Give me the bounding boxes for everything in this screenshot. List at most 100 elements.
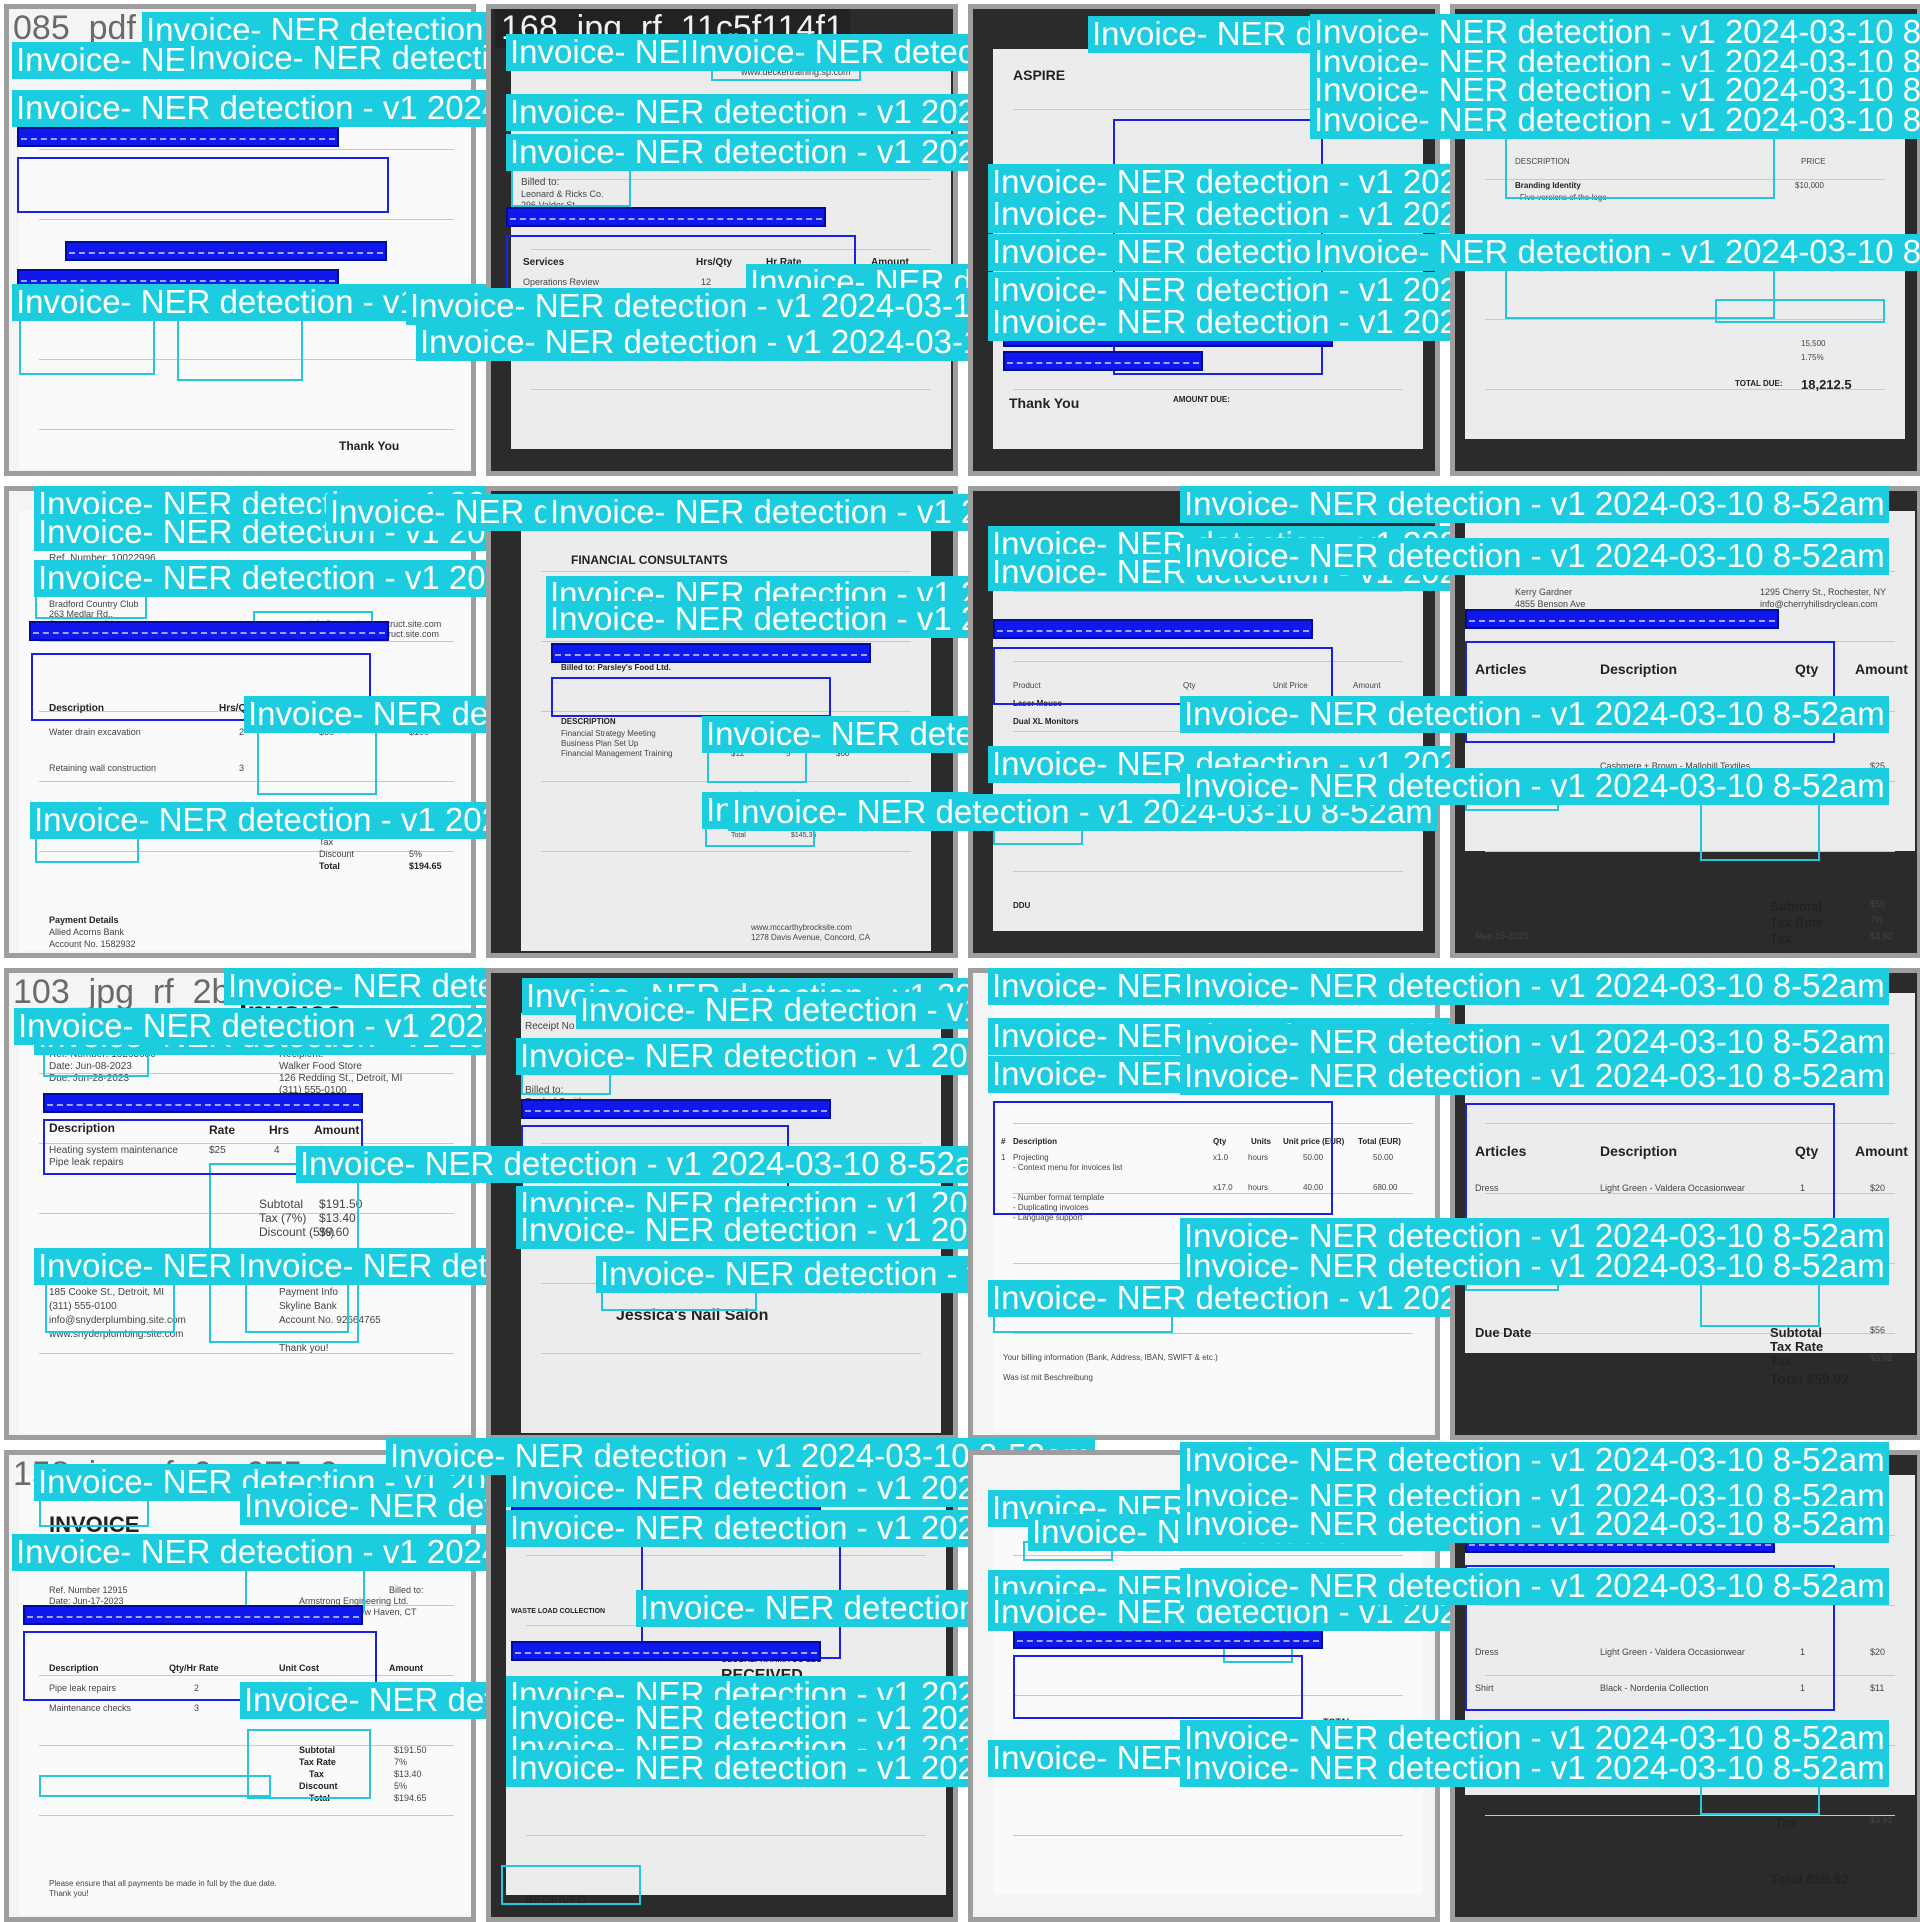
doc-text: 18,212.5 (1801, 377, 1852, 392)
detection-box[interactable] (39, 1499, 149, 1527)
doc-text: May-15-2023 (1475, 931, 1529, 941)
doc-rule (39, 781, 454, 782)
doc-text: Amount (1855, 1143, 1908, 1159)
doc-text: Business Plan Set Up (561, 739, 639, 748)
doc-text: Discount (319, 849, 355, 859)
doc-text: Total $59.92 (1770, 951, 1849, 953)
detection-label[interactable]: Invoice- NER detection - v1 2024-03-10 8… (1180, 1442, 1889, 1479)
doc-rule (39, 1353, 454, 1354)
doc-text: WASTE LOAD COLLECTION (511, 1608, 606, 1615)
doc-text: Tax (1775, 1815, 1797, 1830)
doc-text: $3.92 (1870, 931, 1893, 941)
doc-text: $20 (1870, 1183, 1886, 1193)
table-detection-box[interactable] (17, 157, 389, 213)
doc-text: Receipt No (525, 1021, 575, 1032)
doc-text: 1.75% (1801, 353, 1824, 362)
detection-label[interactable]: Invoice- NER detection - v1 2024-03-10 8… (1180, 538, 1889, 575)
doc-rule (1485, 851, 1895, 852)
detection-box[interactable] (501, 1865, 641, 1905)
doc-text: Please ensure that all payments be made … (49, 1879, 277, 1888)
detection-box[interactable] (1715, 299, 1885, 323)
doc-text: Amount (389, 1663, 423, 1673)
doc-text: Thank you! (49, 1889, 89, 1898)
detection-box[interactable] (19, 317, 155, 375)
doc-text: Tax Rate (1770, 915, 1824, 930)
doc-rule (1485, 1333, 1895, 1334)
doc-text: Subtotal (1770, 1325, 1822, 1340)
doc-text: 126 Redding St., Detroit, MI (279, 1073, 403, 1084)
doc-text: 5% (409, 849, 423, 859)
doc-text: 3 (194, 1703, 200, 1713)
doc-rule (531, 389, 931, 390)
detection-box[interactable] (39, 1775, 271, 1797)
detection-label[interactable]: Invoice- NER detection - v1 2024-03-10 8… (1180, 1506, 1889, 1543)
detection-label[interactable]: Invoice- NER detection - v1 2024-03-10 8… (1180, 1750, 1889, 1787)
doc-text: $10,000 (1795, 181, 1824, 190)
detection-label[interactable]: Invoice- NER detection - v1 2024-03-10 8… (1180, 768, 1889, 805)
redaction-bar (551, 643, 871, 663)
table-detection-box[interactable] (1465, 1103, 1835, 1227)
detection-box[interactable] (601, 1291, 757, 1311)
redaction-bar (1003, 351, 1203, 371)
doc-text: 680.00 (1373, 1183, 1398, 1192)
detection-label[interactable]: Invoice- NER detection - v1 2024-03-10 8… (1180, 1248, 1889, 1285)
doc-text: Thank You (1009, 395, 1080, 411)
doc-rule (1013, 591, 1403, 592)
detection-label[interactable]: Invoice- NER detection - v1 2024-03-10 8… (1310, 234, 1920, 271)
doc-text: 1295 Cherry St., Rochester, NY (1760, 587, 1887, 597)
doc-text: Retaining wall construction (49, 763, 157, 773)
detection-label[interactable]: Invoice- NER detection - v1 2024-03-10 8… (1310, 102, 1920, 139)
doc-rule (39, 149, 454, 150)
doc-text: 3 (239, 763, 245, 773)
detection-label[interactable]: Invoice- NER detection - v1 2024-03-10 8… (1180, 1024, 1889, 1061)
doc-text: Tax (1770, 931, 1792, 946)
redaction-bar (1465, 609, 1779, 629)
doc-text: Allied Acorns Bank (49, 927, 125, 937)
doc-text: Total $59.92 (1770, 1871, 1850, 1887)
redaction-bar (23, 1605, 363, 1625)
redaction-bar (993, 619, 1313, 639)
detection-box[interactable] (177, 317, 303, 381)
redaction-bar (521, 1099, 831, 1119)
doc-rule (39, 1815, 454, 1816)
doc-text: Total (EUR) (1358, 1137, 1401, 1146)
doc-text: Financial Management Training (561, 749, 673, 758)
doc-text: 1278 Davis Avenue, Concord, CA (751, 933, 871, 942)
doc-text: Payment Details (49, 915, 119, 925)
doc-text: $13.40 (394, 1769, 422, 1779)
doc-rule (541, 1353, 921, 1354)
doc-text: FINANCIAL CONSULTANTS (571, 553, 728, 567)
doc-text: DDU (1013, 901, 1031, 910)
table-detection-box[interactable] (1013, 1655, 1303, 1719)
table-detection-box[interactable] (551, 677, 831, 717)
detection-label[interactable]: Invoice- NER detection - v1 2024-03-10 8… (1180, 1058, 1889, 1095)
doc-text: www.mccarthybrocksite.com (751, 923, 852, 932)
detection-label[interactable]: Invoice- NER detection - v1 2024-03-10 8… (1180, 968, 1889, 1005)
detection-label[interactable]: Invoice- NER detection - v1 2024-03-10 8… (1180, 696, 1889, 733)
doc-text: Account No. 1582932 (49, 939, 136, 949)
redaction-bar (17, 127, 339, 147)
doc-text: Billed to: Parsley's Food Ltd. (561, 663, 671, 672)
doc-text: Total $59.92 (1770, 1371, 1850, 1387)
doc-rule (1013, 1333, 1413, 1334)
detection-label[interactable]: Invoice- NER detection - v1 2024-03-10 8… (1180, 1568, 1889, 1605)
doc-text: $194.65 (409, 861, 442, 871)
detection-box[interactable] (257, 725, 377, 795)
doc-text: Water drain excavation (49, 727, 141, 737)
doc-rule (39, 429, 454, 430)
doc-text: DESCRIPTION (561, 717, 616, 726)
doc-rule (526, 1835, 926, 1836)
doc-rule (1485, 1815, 1895, 1816)
table-detection-box[interactable] (993, 1101, 1333, 1215)
doc-text: Thank you! (279, 1343, 329, 1354)
doc-rule (541, 641, 911, 642)
doc-text: $56 (1870, 899, 1886, 909)
doc-text: 50.00 (1373, 1153, 1394, 1162)
doc-text: Amount (1855, 661, 1908, 677)
detection-label[interactable]: Invoice- NER detection - v1 2024-03-10 8… (296, 1146, 1005, 1183)
detection-label[interactable]: Invoice- NER detection - v1 2024-03-10 8… (1180, 486, 1889, 523)
doc-rule (1013, 1835, 1403, 1836)
doc-rule (1013, 871, 1403, 872)
doc-text: Amount (1353, 681, 1381, 690)
doc-text: Kerry Gardner (1515, 587, 1573, 597)
